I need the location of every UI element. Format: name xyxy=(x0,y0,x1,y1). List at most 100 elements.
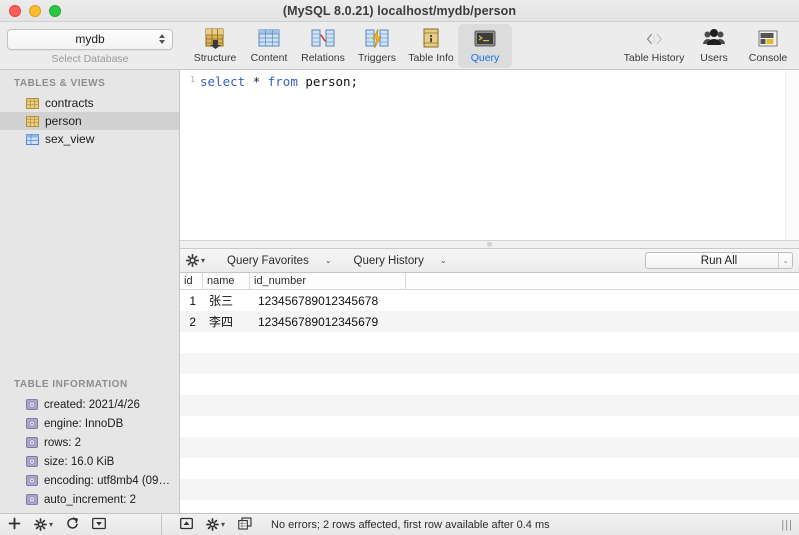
refresh-button[interactable] xyxy=(66,516,79,533)
table-icon xyxy=(26,97,39,109)
sidebar: TABLES & VIEWS contracts person sex_view… xyxy=(0,70,180,513)
chevron-down-icon: ▾ xyxy=(49,520,54,529)
cell-filler xyxy=(406,290,799,311)
sql-token-keyword: from xyxy=(267,74,298,89)
pane-splitter[interactable] xyxy=(180,240,799,249)
table-row[interactable]: 2 李四 123456789012345679 xyxy=(180,311,799,332)
tab-relations-label: Relations xyxy=(301,52,345,64)
sql-token-space xyxy=(260,74,268,89)
console-button[interactable]: Console xyxy=(741,24,795,68)
copy-rows-icon xyxy=(238,516,252,530)
tab-table-info[interactable]: Table Info xyxy=(404,24,458,68)
users-icon xyxy=(703,29,725,45)
info-row: auto_increment: 2 xyxy=(0,490,179,509)
sidebar-item-sex-view[interactable]: sex_view xyxy=(0,130,179,148)
duplicate-row-button[interactable] xyxy=(238,516,252,533)
results-actions-gear-button[interactable]: ▾ xyxy=(206,518,225,531)
console-icon xyxy=(758,30,778,47)
tab-structure-label: Structure xyxy=(193,52,237,64)
users-button[interactable]: Users xyxy=(687,24,741,68)
info-row: created: 2021/4/26 xyxy=(0,395,179,414)
window-body: TABLES & VIEWS contracts person sex_view… xyxy=(0,70,799,513)
plus-icon xyxy=(8,517,21,529)
cell-id[interactable]: 1 xyxy=(180,290,203,311)
column-header-id-number[interactable]: id_number xyxy=(250,273,406,289)
export-results-button[interactable] xyxy=(180,517,193,533)
empty-row xyxy=(180,374,799,395)
cell-name[interactable]: 张三 xyxy=(203,290,250,311)
editor-scrollbar[interactable] xyxy=(785,70,799,240)
tab-query-label: Query xyxy=(470,52,500,64)
sidebar-item-person[interactable]: person xyxy=(0,112,179,130)
info-row-label: auto_increment: 2 xyxy=(44,493,137,506)
empty-row xyxy=(180,395,799,416)
view-icon xyxy=(26,133,39,145)
cell-filler xyxy=(406,311,799,332)
sidebar-item-label: person xyxy=(45,114,82,128)
tab-content[interactable]: Content xyxy=(242,24,296,68)
empty-row xyxy=(180,500,799,513)
cell-id-number[interactable]: 123456789012345678 xyxy=(250,290,406,311)
zoom-window-button[interactable] xyxy=(49,4,61,17)
history-arrows-icon xyxy=(646,33,662,45)
tables-list: contracts person sex_view xyxy=(0,94,179,148)
line-number: 1 xyxy=(190,75,195,84)
empty-row xyxy=(180,332,799,353)
sidebar-item-label: sex_view xyxy=(45,132,95,146)
sql-editor[interactable]: 1 select * from person; xyxy=(180,70,799,240)
table-row[interactable]: 1 张三 123456789012345678 xyxy=(180,290,799,311)
cell-id[interactable]: 2 xyxy=(180,311,203,332)
minimize-window-button[interactable] xyxy=(29,4,41,17)
tab-relations[interactable]: Relations xyxy=(296,24,350,68)
column-header-id[interactable]: id xyxy=(180,273,203,289)
gear-icon xyxy=(186,254,199,267)
main-toolbar: mydb Select Database Structure Content R… xyxy=(0,22,799,70)
database-select-caption: Select Database xyxy=(51,52,129,65)
sql-token-identifier: person; xyxy=(297,74,359,89)
filter-button[interactable] xyxy=(92,517,106,533)
table-actions-gear-button[interactable]: ▾ xyxy=(34,518,53,531)
tab-structure[interactable]: Structure xyxy=(188,24,242,68)
column-header-name[interactable]: name xyxy=(203,273,250,289)
empty-row xyxy=(180,437,799,458)
info-row-label: created: 2021/4/26 xyxy=(44,398,140,411)
cell-id-number[interactable]: 123456789012345679 xyxy=(250,311,406,332)
query-settings-button[interactable]: ▾ xyxy=(186,254,205,267)
empty-row xyxy=(180,458,799,479)
info-row: encoding: utf8mb4 (09… xyxy=(0,471,179,490)
export-icon xyxy=(180,517,193,529)
info-row: engine: InnoDB xyxy=(0,414,179,433)
info-row-label: encoding: utf8mb4 (09… xyxy=(44,474,170,487)
results-table[interactable]: id name id_number 1 张三 12345678901234567… xyxy=(180,273,799,513)
chevron-down-icon: ⌄ xyxy=(324,256,332,265)
sidebar-item-contracts[interactable]: contracts xyxy=(0,94,179,112)
run-all-button[interactable]: Run All ⌄ xyxy=(645,252,793,269)
sql-token-keyword: select xyxy=(200,74,246,89)
toolbar-tabs: Structure Content Relations Triggers Tab… xyxy=(180,22,799,69)
run-options-chevron-icon[interactable]: ⌄ xyxy=(778,253,792,268)
info-row-label: engine: InnoDB xyxy=(44,417,124,430)
sql-code[interactable]: select * from person; xyxy=(198,70,799,240)
info-row-label: size: 16.0 KiB xyxy=(44,455,115,468)
add-table-button[interactable] xyxy=(8,517,21,533)
query-history-button[interactable]: Query History ⌄ xyxy=(354,255,447,267)
query-favorites-button[interactable]: Query Favorites ⌄ xyxy=(227,255,332,267)
cell-name[interactable]: 李四 xyxy=(203,311,250,332)
users-label: Users xyxy=(700,52,728,64)
close-window-button[interactable] xyxy=(9,4,21,17)
sql-token-space xyxy=(245,74,253,89)
table-history-control[interactable]: Table History xyxy=(621,24,687,68)
disk-icon xyxy=(26,437,38,448)
tab-query[interactable]: Query xyxy=(458,23,512,68)
resize-grip[interactable]: ||| xyxy=(781,519,799,531)
query-history-label: Query History xyxy=(353,254,424,267)
disk-icon xyxy=(26,399,38,410)
main-panel: 1 select * from person; ▾ Query Favorite… xyxy=(180,70,799,513)
tab-triggers[interactable]: Triggers xyxy=(350,24,404,68)
query-favorites-label: Query Favorites xyxy=(227,254,309,267)
query-popups: Query Favorites ⌄ Query History ⌄ xyxy=(227,255,447,267)
database-select[interactable]: mydb xyxy=(7,28,173,50)
column-header-filler xyxy=(406,273,799,289)
chevron-updown-icon xyxy=(158,33,166,45)
